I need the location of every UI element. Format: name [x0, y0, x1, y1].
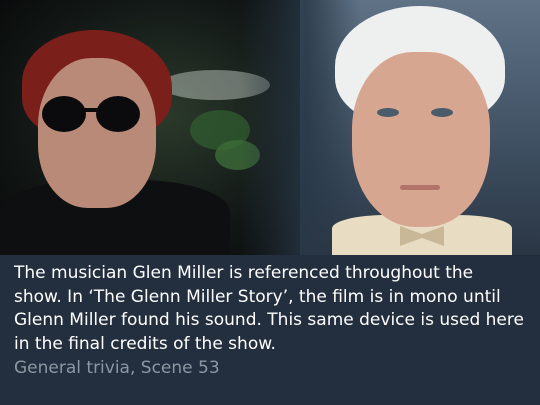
right-figure-face [352, 52, 490, 227]
sunglasses-lens [42, 96, 86, 132]
image-blend [240, 0, 360, 255]
trivia-caption: The musician Glen Miller is referenced t… [14, 262, 526, 380]
scene-still-image [0, 0, 540, 255]
trivia-source: General trivia, Scene 53 [14, 358, 220, 378]
sunglasses-lens [96, 96, 140, 132]
right-figure-mouth [400, 185, 440, 190]
sunglasses-bridge [84, 108, 98, 112]
right-figure-eye [377, 108, 399, 117]
trivia-text: The musician Glen Miller is referenced t… [14, 263, 524, 354]
right-figure-eye [431, 108, 453, 117]
trivia-card: The musician Glen Miller is referenced t… [0, 0, 540, 405]
left-figure-face [38, 58, 156, 208]
